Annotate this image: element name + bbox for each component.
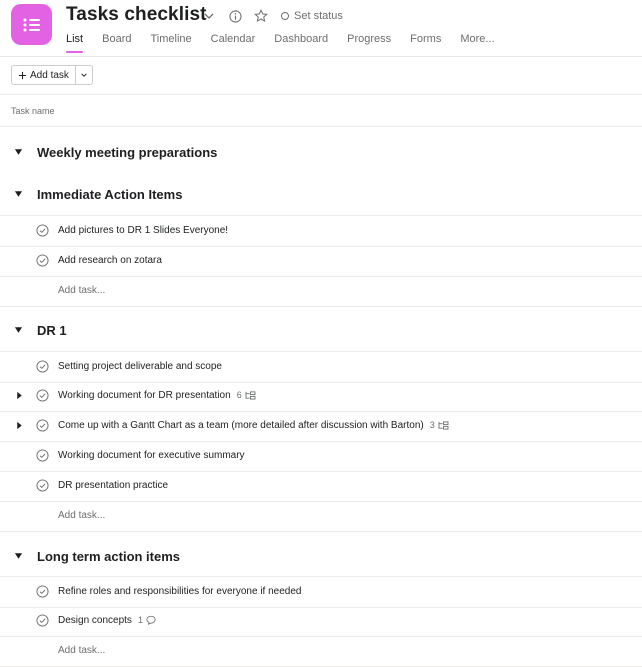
caret-right-icon[interactable] xyxy=(16,391,23,400)
check-circle-icon[interactable] xyxy=(36,449,49,462)
task-row[interactable]: Working document for DR presentation 6 xyxy=(0,381,642,412)
task-row[interactable]: Add research on zotara xyxy=(0,246,642,277)
column-task-name[interactable]: Task name xyxy=(11,106,55,116)
check-circle-icon[interactable] xyxy=(36,479,49,492)
subtask-icon xyxy=(438,420,449,430)
task-name[interactable]: Setting project deliverable and scope xyxy=(58,361,222,372)
section-header[interactable]: Long term action items xyxy=(0,541,642,571)
comment-count-value: 1 xyxy=(137,615,143,625)
add-task-link[interactable]: Add task... xyxy=(58,510,105,521)
tab-board[interactable]: Board xyxy=(102,33,131,53)
section-header[interactable]: Immediate Action Items xyxy=(0,179,642,209)
task-name-wrap: Come up with a Gantt Chart as a team (mo… xyxy=(58,420,449,431)
task-name[interactable]: DR presentation practice xyxy=(58,480,168,491)
project-title[interactable]: Tasks checklist xyxy=(66,4,207,26)
caret-down-icon[interactable] xyxy=(14,326,23,334)
add-task-row[interactable]: Add task... xyxy=(0,276,642,307)
check-circle-icon[interactable] xyxy=(36,360,49,373)
add-task-row[interactable]: Add task... xyxy=(0,501,642,532)
check-circle-icon[interactable] xyxy=(36,389,49,402)
subtask-count-value: 6 xyxy=(236,390,242,400)
subtask-count[interactable]: 3 xyxy=(430,420,449,430)
caret-down-icon[interactable] xyxy=(14,148,23,156)
check-circle-icon[interactable] xyxy=(36,419,49,432)
comment-icon xyxy=(146,615,156,625)
task-row[interactable]: DR presentation practice xyxy=(0,471,642,502)
comment-count[interactable]: 1 xyxy=(138,615,156,625)
list-toolbar: Add task xyxy=(11,65,93,85)
section-header[interactable]: Weekly meeting preparations xyxy=(0,137,642,167)
add-task-dropdown[interactable] xyxy=(75,65,93,85)
tab-list[interactable]: List xyxy=(66,33,84,53)
section-title: Immediate Action Items xyxy=(37,187,183,202)
task-name-wrap: Design concepts 1 xyxy=(58,615,156,626)
set-status-label: Set status xyxy=(294,10,343,22)
tab-progress[interactable]: Progress xyxy=(347,33,391,53)
task-row[interactable]: Add pictures to DR 1 Slides Everyone! xyxy=(0,215,642,247)
add-task-button[interactable]: Add task xyxy=(11,65,76,85)
add-task-link[interactable]: Add task... xyxy=(58,645,105,656)
add-task-label: Add task xyxy=(30,69,69,81)
check-circle-icon[interactable] xyxy=(36,254,49,267)
set-status-button[interactable]: Set status xyxy=(281,10,343,22)
task-row[interactable]: Working document for executive summary xyxy=(0,441,642,472)
task-name[interactable]: Design concepts xyxy=(58,615,132,626)
project-header: Tasks checklist Set status List Board Ti… xyxy=(0,0,642,57)
tab-forms[interactable]: Forms xyxy=(410,33,441,53)
section-header[interactable]: DR 1 xyxy=(0,315,642,345)
subtask-icon xyxy=(245,390,256,400)
subtask-count[interactable]: 6 xyxy=(237,390,256,400)
tab-calendar[interactable]: Calendar xyxy=(211,33,256,53)
chevron-down-icon[interactable] xyxy=(201,8,217,24)
task-name-wrap: Working document for DR presentation 6 xyxy=(58,390,256,401)
task-row[interactable]: Refine roles and responsibilities for ev… xyxy=(0,576,642,608)
section-title: DR 1 xyxy=(37,323,67,338)
check-circle-icon[interactable] xyxy=(36,224,49,237)
section-title: Long term action items xyxy=(37,549,181,564)
tab-timeline[interactable]: Timeline xyxy=(150,33,191,53)
view-tabs: List Board Timeline Calendar Dashboard P… xyxy=(66,33,495,53)
task-name[interactable]: Refine roles and responsibilities for ev… xyxy=(58,586,301,597)
section-title: Weekly meeting preparations xyxy=(37,145,218,160)
tab-dashboard[interactable]: Dashboard xyxy=(274,33,328,53)
list-icon xyxy=(23,18,40,31)
task-row[interactable]: Setting project deliverable and scope xyxy=(0,351,642,383)
info-icon[interactable] xyxy=(227,8,243,24)
add-task-row[interactable]: Add task... xyxy=(0,636,642,667)
check-circle-icon[interactable] xyxy=(36,585,49,598)
task-name[interactable]: Add pictures to DR 1 Slides Everyone! xyxy=(58,225,228,236)
task-row[interactable]: Come up with a Gantt Chart as a team (mo… xyxy=(0,411,642,442)
check-circle-icon[interactable] xyxy=(36,614,49,627)
task-row[interactable]: Design concepts 1 xyxy=(0,606,642,637)
task-name[interactable]: Working document for executive summary xyxy=(58,450,245,461)
caret-right-icon[interactable] xyxy=(16,421,23,430)
task-name[interactable]: Come up with a Gantt Chart as a team (mo… xyxy=(58,420,424,431)
task-name[interactable]: Add research on zotara xyxy=(58,255,162,266)
chevron-down-icon xyxy=(81,73,87,77)
task-name[interactable]: Working document for DR presentation xyxy=(58,390,231,401)
caret-down-icon[interactable] xyxy=(14,552,23,560)
status-dot-icon xyxy=(281,12,289,20)
column-header-row: Task name xyxy=(0,94,642,127)
add-task-link[interactable]: Add task... xyxy=(58,285,105,296)
plus-icon xyxy=(18,71,27,79)
project-icon[interactable] xyxy=(11,4,52,45)
tab-more[interactable]: More... xyxy=(460,33,494,53)
star-icon[interactable] xyxy=(253,8,269,24)
subtask-count-value: 3 xyxy=(429,420,435,430)
caret-down-icon[interactable] xyxy=(14,190,23,198)
